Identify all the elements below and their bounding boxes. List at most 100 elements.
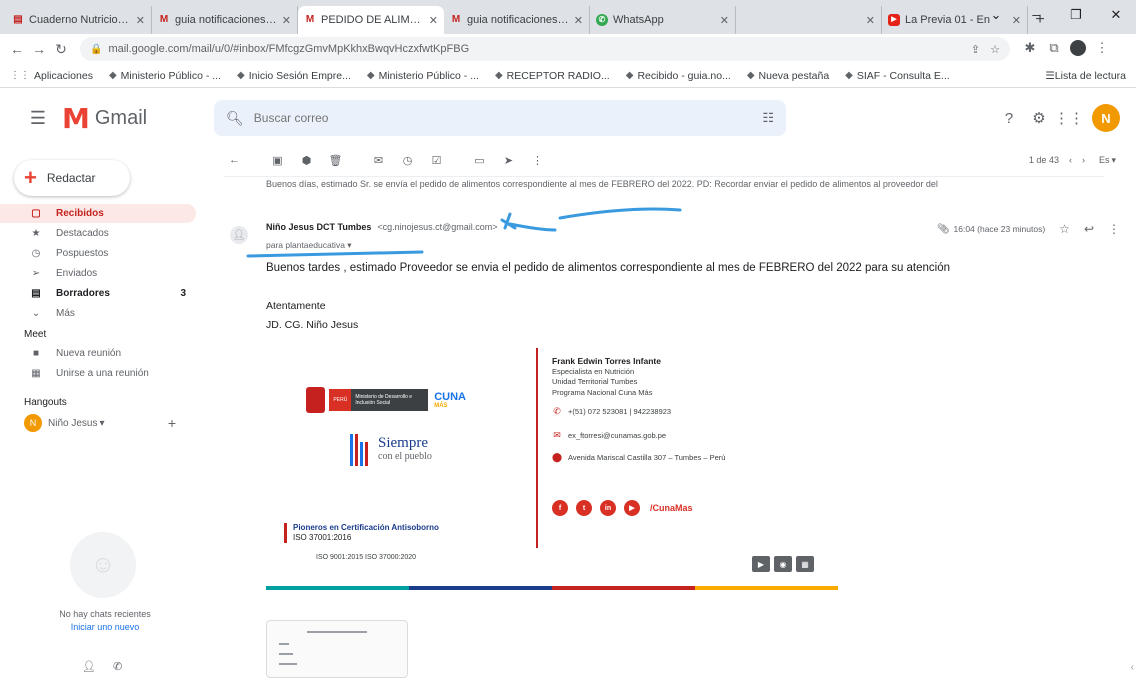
sidebar-item-borradores[interactable]: ▤ Borradores 3 xyxy=(0,284,200,303)
settings-gear-icon[interactable]: ⚙ xyxy=(1024,109,1054,127)
sidebar-item-pospuestos[interactable]: ◷ Pospuestos xyxy=(0,244,200,263)
profile-icon[interactable] xyxy=(1066,39,1090,59)
bookmark-item[interactable]: ◆ RECEPTOR RADIO... xyxy=(495,70,610,82)
bookmark-item[interactable]: ◆ Recibido - guia.no... xyxy=(626,70,731,82)
sidebar-item-enviados[interactable]: ➢ Enviados xyxy=(0,264,200,283)
close-window-icon[interactable]: ✕ xyxy=(1096,0,1136,30)
newer-icon[interactable]: ‹ xyxy=(1069,155,1072,165)
input-tools-lang[interactable]: Es xyxy=(1099,155,1110,165)
star-icon[interactable]: ☆ xyxy=(1059,222,1070,236)
browser-tab[interactable]: ✕ xyxy=(736,6,882,34)
draft-icon: ▤ xyxy=(31,288,41,299)
help-icon[interactable]: ? xyxy=(994,110,1024,127)
search-icon[interactable]: 🔍︎ xyxy=(226,110,244,127)
phone-icon[interactable]: ✆ xyxy=(113,661,122,673)
hangouts-dropdown-icon[interactable]: ▾ xyxy=(99,418,104,429)
minimize-icon[interactable]: – xyxy=(1016,0,1056,30)
chevron-down-icon[interactable]: ▾ xyxy=(1111,155,1116,166)
apps-grid-icon[interactable]: ⋮⋮ xyxy=(1054,109,1084,127)
signature-address-text: Avenida Mariscal Castilla 307 – Tumbes –… xyxy=(568,453,726,462)
forward-icon[interactable]: → xyxy=(28,41,50,57)
hangouts-user[interactable]: N Niño Jesus ▾ + xyxy=(0,412,200,434)
gmail-logo[interactable]: M Gmail xyxy=(62,102,212,135)
bookmark-item[interactable]: ◆ Ministerio Público - ... xyxy=(367,70,479,82)
mark-unread-icon[interactable]: ✉ xyxy=(366,154,391,167)
signature-email-text[interactable]: ex_ftorresi@cunamas.gob.pe xyxy=(568,431,666,440)
maximize-icon[interactable]: ❐ xyxy=(1056,0,1096,30)
browser-tab[interactable]: ▤ Cuaderno Nutricional ni ✕ xyxy=(6,6,152,34)
snooze-icon[interactable]: ◷ xyxy=(395,154,420,167)
meet-join-meeting[interactable]: ▦ Unirse a una reunión xyxy=(0,364,200,383)
sender-name[interactable]: Niño Jesus DCT Tumbes xyxy=(266,222,371,232)
twitter-icon[interactable]: t xyxy=(576,500,592,516)
bookmark-item[interactable]: ◆ Nueva pestaña xyxy=(747,70,829,82)
video-icon[interactable]: ▶ xyxy=(752,556,770,572)
star-bookmark-icon[interactable]: ☆ xyxy=(990,43,1000,56)
tab-close-icon[interactable]: ✕ xyxy=(574,14,583,27)
youtube-icon[interactable]: ▶ xyxy=(624,500,640,516)
browser-tab[interactable]: Mguia notificaciones - gm ✕ xyxy=(444,6,590,34)
sidebar-item-ms[interactable]: ⌄ Más xyxy=(0,304,200,323)
tab-close-icon[interactable]: ✕ xyxy=(866,14,875,27)
bookmark-item[interactable]: ◆ SIAF - Consulta E... xyxy=(845,70,950,82)
older-icon[interactable]: › xyxy=(1082,155,1085,165)
bookmark-item[interactable]: ◆ Inicio Sesión Empre... xyxy=(237,70,351,82)
url-field[interactable]: 🔒 mail.google.com/mail/u/0/#inbox/FMfcgz… xyxy=(80,37,1010,61)
account-avatar[interactable]: N xyxy=(1092,104,1120,132)
tab-close-icon[interactable]: ✕ xyxy=(720,14,729,27)
tab-search-icon[interactable]: ⌄ xyxy=(976,0,1016,30)
camera-icon[interactable]: ◉ xyxy=(774,556,792,572)
archive-icon[interactable]: ▣ xyxy=(265,154,290,167)
browser-tab[interactable]: Mguia notificaciones - gm ✕ xyxy=(152,6,298,34)
bookmark-label: SIAF - Consulta E... xyxy=(856,69,950,82)
browser-menu-icon[interactable]: ⋮ xyxy=(1090,40,1114,59)
gallery-icon[interactable]: ▦ xyxy=(796,556,814,572)
delete-icon[interactable]: 🗑︎ xyxy=(323,154,348,167)
signature-hashtag: /CunaMas xyxy=(650,503,693,513)
main-menu-icon[interactable]: ☰ xyxy=(14,108,62,129)
reading-list-button[interactable]: ☰ Lista de lectura xyxy=(1045,70,1126,82)
search-options-icon[interactable]: ☷ xyxy=(762,110,774,126)
bookmark-item[interactable]: ◆ Ministerio Público - ... xyxy=(109,70,221,82)
tab-close-icon[interactable]: ✕ xyxy=(282,14,291,27)
report-spam-icon[interactable]: ⬢ xyxy=(294,154,319,167)
contacts-icon[interactable]: 👤︎ xyxy=(82,661,96,673)
previous-message-snippet[interactable]: Buenos días, estimado Sr. se envía el pe… xyxy=(224,176,1104,190)
search-input[interactable] xyxy=(253,111,763,125)
label-icon[interactable]: ➤ xyxy=(496,154,521,167)
tab-close-icon[interactable]: ✕ xyxy=(429,14,438,27)
linkedin-icon[interactable]: in xyxy=(600,500,616,516)
compose-button[interactable]: + Redactar xyxy=(14,160,130,196)
recipient-dropdown-icon[interactable]: ▾ xyxy=(347,240,351,250)
scroll-indicator[interactable]: ‹ xyxy=(1131,662,1134,673)
sidebar-item-destacados[interactable]: ★ Destacados xyxy=(0,224,200,243)
share-icon[interactable]: ⇪ xyxy=(971,43,980,56)
add-task-icon[interactable]: ☑ xyxy=(424,154,449,167)
reload-icon[interactable]: ↻ xyxy=(50,41,72,58)
extension-icon[interactable]: ✱ xyxy=(1018,40,1042,59)
hangouts-add-icon[interactable]: + xyxy=(168,415,176,431)
recipient-line[interactable]: para plantaeducativa ▾ xyxy=(266,240,352,251)
move-to-icon[interactable]: ▭ xyxy=(467,154,492,167)
message-org: JD. CG. Niño Jesus xyxy=(266,319,359,331)
clock-icon: ◷ xyxy=(31,248,41,259)
attachment-thumbnail[interactable] xyxy=(266,620,408,678)
compose-label: Redactar xyxy=(46,171,96,185)
browser-tab[interactable]: ✆ WhatsApp ✕ xyxy=(590,6,736,34)
back-to-inbox-icon[interactable]: ← xyxy=(222,154,247,166)
annotation-arrow-line xyxy=(558,207,682,220)
sidebar-item-recibidos[interactable]: ▢ Recibidos xyxy=(0,204,196,223)
browser-tab[interactable]: M PEDIDO DE ALIMENTOS ✕ xyxy=(298,6,444,34)
tab-close-icon[interactable]: ✕ xyxy=(136,14,145,27)
bookmark-item[interactable]: ⋮⋮ Aplicaciones xyxy=(10,70,93,82)
facebook-icon[interactable]: f xyxy=(552,500,568,516)
meet-new-meeting[interactable]: ■ Nueva reunión xyxy=(0,344,200,363)
annotation-underline xyxy=(246,250,424,258)
tab-title: WhatsApp xyxy=(613,14,664,26)
more-options-icon[interactable]: ⋮ xyxy=(525,154,550,167)
reply-icon[interactable]: ↩ xyxy=(1084,222,1094,236)
message-more-icon[interactable]: ⋮ xyxy=(1108,222,1120,236)
hangouts-start-link[interactable]: Iniciar uno nuevo xyxy=(30,621,180,634)
back-icon[interactable]: ← xyxy=(6,41,28,57)
extensions-puzzle-icon[interactable]: ⧉ xyxy=(1042,40,1066,59)
